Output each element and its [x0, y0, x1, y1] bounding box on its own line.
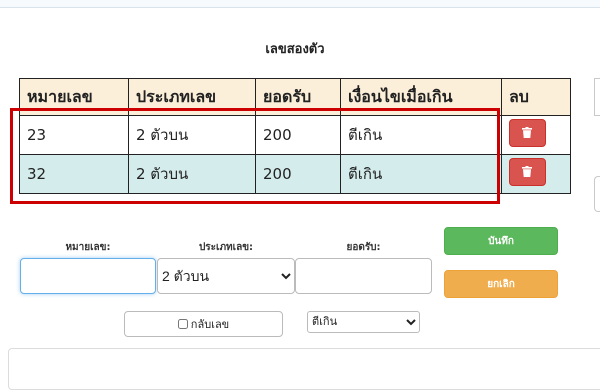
bottom-panel: [8, 348, 600, 390]
delete-row-button[interactable]: [509, 158, 546, 186]
reverse-label: กลับเลข: [190, 318, 230, 331]
col-header-delete: ลบ: [501, 78, 571, 116]
trash-icon: [522, 166, 532, 177]
reverse-number-toggle[interactable]: กลับเลข: [124, 311, 283, 337]
right-input-edge: [594, 176, 600, 212]
number-label: หมายเลข:: [65, 242, 111, 253]
condition-select[interactable]: ตีเกิน: [307, 311, 420, 333]
right-panel-edge: [594, 78, 600, 116]
section-title: เลขสองตัว: [265, 42, 325, 57]
cell-delete: [501, 154, 571, 194]
cell-delete: [501, 115, 571, 155]
number-input[interactable]: [20, 258, 156, 294]
type-select[interactable]: 2 ตัวบน: [157, 258, 295, 294]
delete-row-button[interactable]: [509, 119, 546, 147]
trash-icon: [522, 127, 532, 138]
cancel-button[interactable]: ยกเลิก: [444, 270, 558, 298]
amount-input[interactable]: [295, 258, 432, 294]
selection-highlight: [10, 108, 500, 204]
reverse-checkbox[interactable]: [177, 319, 188, 329]
top-panel-edge: [0, 0, 600, 8]
amount-label: ยอดรับ:: [346, 242, 381, 253]
type-label: ประเภทเลข:: [198, 242, 254, 253]
save-button[interactable]: บันทึก: [444, 227, 558, 255]
